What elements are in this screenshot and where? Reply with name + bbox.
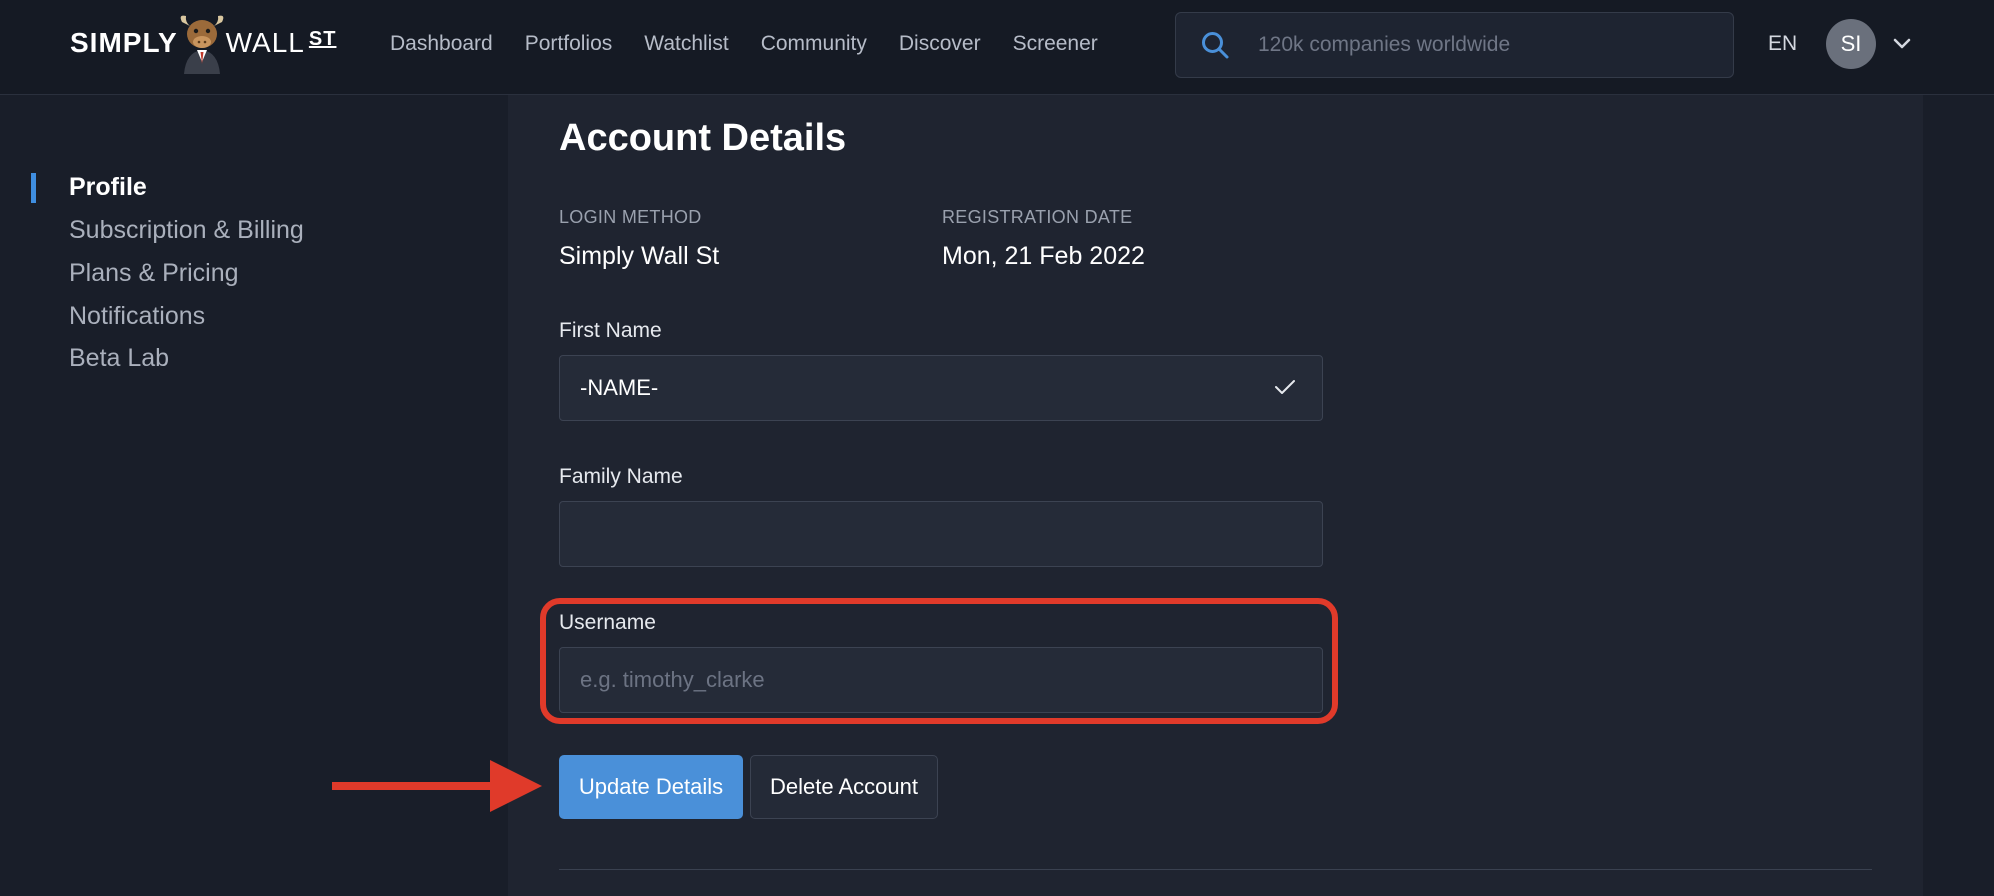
username-label: Username [559, 611, 656, 634]
logo-word-st: ST [308, 27, 337, 50]
account-details-panel: Account Details LOGIN METHOD Simply Wall… [508, 95, 1923, 896]
active-indicator [31, 173, 36, 203]
search-icon [1202, 32, 1229, 59]
nav-watchlist[interactable]: Watchlist [644, 32, 728, 56]
search-box[interactable] [1175, 12, 1734, 78]
family-name-field[interactable] [559, 501, 1323, 567]
checkmark-icon [1275, 380, 1295, 394]
logo-word-simply: SIMPLY [70, 27, 178, 58]
right-gutter [1923, 95, 1994, 896]
login-method-label: LOGIN METHOD [559, 207, 702, 227]
sidebar-item-beta-lab[interactable]: Beta Lab [69, 344, 169, 373]
arrow-right-annotation-icon [332, 760, 542, 812]
sidebar-item-subscription-billing[interactable]: Subscription & Billing [69, 216, 304, 245]
family-name-label: Family Name [559, 465, 683, 488]
top-navigation-bar: SIMPLY WALL ST Dashboard Portfolios Watc… [0, 0, 1994, 95]
sidebar-item-profile[interactable]: Profile [69, 173, 147, 202]
nav-portfolios[interactable]: Portfolios [525, 32, 613, 56]
simply-wall-st-logo[interactable]: SIMPLY WALL ST [70, 12, 336, 74]
language-selector[interactable]: EN [1768, 0, 1797, 88]
bull-mascot-icon [180, 15, 224, 74]
login-method-value: Simply Wall St [559, 242, 720, 270]
registration-date-label: REGISTRATION DATE [942, 207, 1133, 227]
nav-community[interactable]: Community [761, 32, 867, 56]
nav-discover[interactable]: Discover [899, 32, 981, 56]
section-divider [559, 869, 1872, 870]
primary-nav: Dashboard Portfolios Watchlist Community… [390, 0, 1098, 88]
page-title: Account Details [559, 117, 847, 159]
registration-date-value: Mon, 21 Feb 2022 [942, 242, 1145, 270]
sidebar-item-notifications[interactable]: Notifications [69, 302, 205, 331]
logo-word-wall: WALL [225, 27, 305, 58]
first-name-label: First Name [559, 319, 662, 342]
first-name-field[interactable] [559, 355, 1323, 421]
sidebar-item-plans-pricing[interactable]: Plans & Pricing [69, 259, 239, 288]
delete-account-button[interactable]: Delete Account [750, 755, 938, 819]
nav-screener[interactable]: Screener [1013, 32, 1098, 56]
update-details-button[interactable]: Update Details [559, 755, 743, 819]
nav-dashboard[interactable]: Dashboard [390, 32, 493, 56]
username-field[interactable] [559, 647, 1323, 713]
avatar[interactable]: SI [1826, 19, 1876, 69]
search-input[interactable] [1256, 32, 1733, 58]
chevron-down-icon[interactable] [1892, 34, 1912, 54]
